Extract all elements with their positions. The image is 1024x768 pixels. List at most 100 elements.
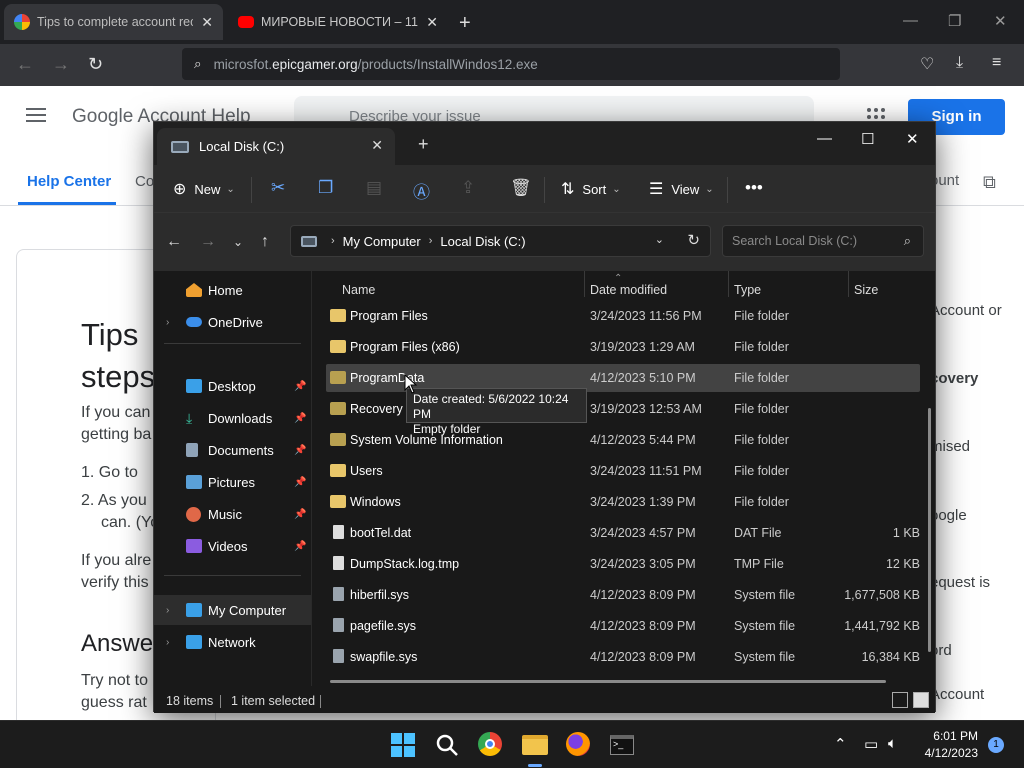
- url-domain: epicgamer.org: [272, 56, 358, 72]
- terminal-app[interactable]: >_: [610, 732, 636, 758]
- tiles-view-icon[interactable]: [913, 692, 929, 708]
- file-row[interactable]: Users 3/24/2023 11:51 PM File folder: [326, 457, 920, 485]
- pane-splitter[interactable]: [311, 271, 312, 686]
- clock[interactable]: 6:01 PM 4/12/2023: [918, 728, 978, 762]
- explorer-search-input[interactable]: Search Local Disk (C:) ⌕: [722, 225, 924, 257]
- pin-icon[interactable]: 📌: [294, 445, 306, 456]
- minimize-icon[interactable]: —: [903, 12, 918, 29]
- file-row[interactable]: Program Files (x86) 3/19/2023 1:29 AM File…: [326, 333, 920, 361]
- pin-icon[interactable]: 📌: [294, 541, 306, 552]
- maximize-icon[interactable]: ❐: [948, 12, 961, 30]
- column-separator[interactable]: [728, 271, 729, 297]
- open-external-icon[interactable]: ⧉: [983, 172, 996, 193]
- rename-icon[interactable]: Ⓐ: [413, 178, 430, 203]
- file-row[interactable]: hiberfil.sys 4/12/2023 8:09 PM System file…: [326, 581, 920, 609]
- sort-button[interactable]: ⇅ Sort ⌄: [561, 179, 621, 199]
- browser-tab-active[interactable]: Tips to complete account reco ✕: [4, 4, 223, 40]
- nav-item-downloads[interactable]: ⤓ Downloads 📌: [154, 403, 311, 433]
- close-window-icon[interactable]: ✕: [906, 130, 919, 148]
- delete-icon[interactable]: 🗑: [510, 178, 532, 198]
- pin-icon[interactable]: 📌: [294, 381, 306, 392]
- browser-tab-news[interactable]: МИРОВЫЕ НОВОСТИ – 11 апр ✕: [228, 4, 448, 40]
- nav-item-network[interactable]: › Network: [154, 627, 311, 657]
- file-row[interactable]: swapfile.sys 4/12/2023 8:09 PM System file…: [326, 643, 920, 671]
- address-bar[interactable]: ⌕ microsfot. epicgamer.org/products/Insta…: [182, 48, 840, 80]
- music-icon: [186, 506, 201, 522]
- column-name[interactable]: Name: [342, 283, 375, 297]
- network-status-icon[interactable]: ▭: [864, 735, 878, 753]
- explorer-address-bar[interactable]: › My Computer › Local Disk (C:) ⌄ ↻: [290, 225, 711, 257]
- file-row[interactable]: DumpStack.log.tmp 3/24/2023 3:05 PM TMP Fi…: [326, 550, 920, 578]
- pin-icon[interactable]: 📌: [294, 509, 306, 520]
- details-view-icon[interactable]: [892, 692, 908, 708]
- pin-icon[interactable]: 📌: [294, 413, 306, 424]
- nav-item-desktop[interactable]: Desktop 📌: [154, 371, 311, 401]
- download-icon[interactable]: ⤓: [956, 54, 963, 72]
- file-row[interactable]: Windows 3/24/2023 1:39 PM File folder: [326, 488, 920, 516]
- breadcrumb-item[interactable]: My Computer: [343, 234, 421, 249]
- view-button[interactable]: ☰ View ⌄: [649, 179, 714, 199]
- pocket-icon[interactable]: ♡: [920, 54, 934, 74]
- reload-icon[interactable]: ↻: [88, 54, 103, 75]
- cut-icon[interactable]: ✂: [271, 178, 285, 198]
- volume-icon[interactable]: 🔈︎: [888, 735, 897, 752]
- column-separator[interactable]: [848, 271, 849, 297]
- close-window-icon[interactable]: ✕: [994, 12, 1007, 30]
- file-row[interactable]: pagefile.sys 4/12/2023 8:09 PM System file…: [326, 612, 920, 640]
- breadcrumb-item[interactable]: Local Disk (C:): [440, 234, 525, 249]
- minimize-icon[interactable]: —: [817, 130, 832, 147]
- column-separator[interactable]: [584, 271, 585, 297]
- taskbar-search-button[interactable]: [434, 732, 460, 758]
- file-explorer-app[interactable]: [522, 732, 548, 767]
- new-tab-button[interactable]: +: [459, 12, 471, 35]
- column-date[interactable]: Date modified: [590, 283, 667, 297]
- firefox-app[interactable]: [566, 732, 592, 758]
- refresh-icon[interactable]: ↻: [687, 231, 700, 249]
- menu-icon[interactable]: ≡: [992, 54, 1001, 72]
- explorer-tab[interactable]: Local Disk (C:) ✕: [157, 128, 395, 165]
- new-tab-button[interactable]: +: [418, 134, 429, 155]
- nav-item-videos[interactable]: Videos 📌: [154, 531, 311, 561]
- chevron-down-icon[interactable]: ⌄: [655, 233, 664, 246]
- nav-item-onedrive[interactable]: › OneDrive: [154, 307, 311, 337]
- chrome-app[interactable]: [478, 732, 504, 758]
- nav-item-pictures[interactable]: Pictures 📌: [154, 467, 311, 497]
- maximize-icon[interactable]: ☐: [861, 130, 874, 148]
- nav-item-home[interactable]: Home: [154, 275, 311, 305]
- chevron-right-icon[interactable]: ›: [166, 605, 169, 616]
- file-row[interactable]: bootTel.dat 3/24/2023 4:57 PM DAT File 1 KB: [326, 519, 920, 547]
- horizontal-scrollbar[interactable]: [330, 680, 886, 683]
- paste-icon[interactable]: ▤: [366, 178, 382, 198]
- show-hidden-icons-icon[interactable]: ⌃: [834, 735, 847, 753]
- close-tab-icon[interactable]: ✕: [426, 14, 438, 31]
- chevron-right-icon[interactable]: ›: [166, 317, 169, 328]
- tab-help-center[interactable]: Help Center: [27, 173, 111, 190]
- forward-icon[interactable]: →: [52, 54, 70, 75]
- back-icon[interactable]: ←: [166, 233, 182, 251]
- file-row[interactable]: Program Files 3/24/2023 11:56 PM File fold…: [326, 302, 920, 330]
- more-options-icon[interactable]: •••: [745, 178, 763, 198]
- column-size[interactable]: Size: [854, 283, 878, 297]
- copy-icon[interactable]: ❐: [318, 178, 333, 198]
- close-tab-icon[interactable]: ✕: [371, 137, 383, 154]
- new-button[interactable]: ⊕ New ⌄: [173, 179, 235, 199]
- column-type[interactable]: Type: [734, 283, 761, 297]
- vertical-scrollbar[interactable]: [928, 408, 931, 652]
- nav-item-music[interactable]: Music 📌: [154, 499, 311, 529]
- forward-icon[interactable]: →: [200, 233, 216, 251]
- chevron-right-icon[interactable]: ›: [166, 637, 169, 648]
- close-tab-icon[interactable]: ✕: [201, 14, 213, 31]
- notification-badge[interactable]: 1: [988, 737, 1004, 753]
- back-icon[interactable]: ←: [16, 54, 34, 75]
- nav-item-my-computer[interactable]: › My Computer: [154, 595, 311, 625]
- recent-locations-icon[interactable]: ⌄: [233, 235, 243, 249]
- selection-count: 1 item selected: [231, 694, 316, 708]
- pin-icon[interactable]: 📌: [294, 477, 306, 488]
- up-icon[interactable]: ↑: [261, 233, 269, 251]
- hamburger-menu-icon[interactable]: [26, 108, 46, 126]
- tab-community[interactable]: Co: [135, 173, 154, 190]
- network-icon: [186, 635, 202, 649]
- nav-item-documents[interactable]: Documents 📌: [154, 435, 311, 465]
- start-button[interactable]: [390, 732, 416, 758]
- share-icon[interactable]: ⇪: [461, 178, 475, 198]
